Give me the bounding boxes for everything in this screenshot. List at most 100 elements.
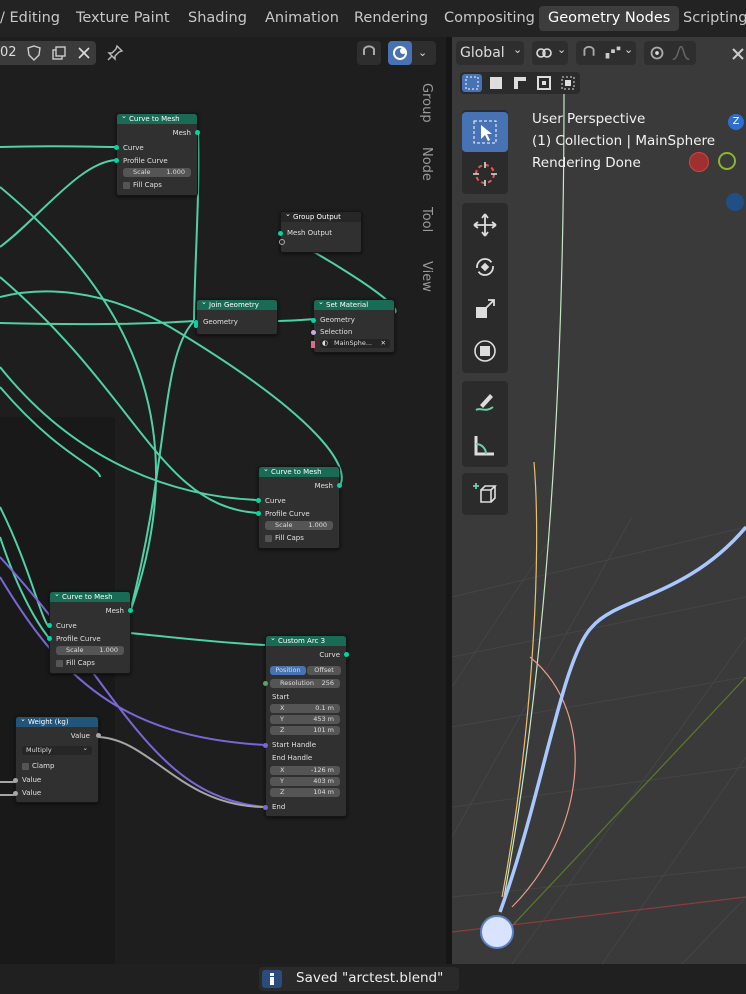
node-header[interactable]: Group Output — [281, 209, 361, 222]
input-socket[interactable] — [263, 805, 268, 810]
output-socket[interactable] — [128, 608, 133, 613]
gizmo-y-axis[interactable] — [718, 152, 736, 170]
fill-caps-checkbox[interactable] — [56, 660, 63, 667]
add-cube-tool[interactable] — [462, 474, 508, 514]
scale-field[interactable]: Scale 1.000 — [265, 521, 333, 530]
node-join-geometry[interactable]: Join Geometry Geometry — [194, 297, 278, 335]
output-socket[interactable] — [337, 483, 342, 488]
input-socket[interactable] — [114, 158, 119, 163]
node-header[interactable]: Set Material — [314, 297, 394, 310]
node-header[interactable]: Curve to Mesh — [117, 111, 197, 124]
mode-position-button[interactable]: Position — [270, 666, 306, 675]
output-socket[interactable] — [344, 652, 349, 657]
scale-tool[interactable] — [462, 289, 508, 329]
select-extend-icon[interactable] — [486, 74, 506, 92]
node-set-material[interactable]: Set Material Geometry Selection ◐ MainSp… — [311, 297, 395, 353]
start-x-field[interactable]: X 0.1 m — [270, 704, 340, 713]
node-header[interactable]: Curve to Mesh — [50, 589, 130, 602]
tab-scripting[interactable]: Scripting — [683, 6, 746, 31]
clear-icon[interactable]: ✕ — [381, 339, 386, 348]
material-field[interactable]: ◐ MainSphe... ✕ — [320, 339, 390, 348]
end-z-field[interactable]: Z 104 m — [270, 788, 340, 797]
sidebar-tab-node[interactable]: Node — [419, 147, 434, 181]
fill-caps-checkbox[interactable] — [265, 535, 272, 542]
multi-input-socket[interactable] — [194, 320, 198, 328]
input-socket[interactable] — [47, 636, 52, 641]
operation-dropdown[interactable]: Multiply ⌄ — [22, 744, 92, 755]
magnet-icon[interactable] — [578, 41, 600, 65]
node-editor[interactable]: 02 ⌄ Group Node Tool View Curve to Mesh … — [0, 37, 446, 964]
end-y-field[interactable]: Y 403 m — [270, 777, 340, 786]
clamp-checkbox[interactable] — [22, 763, 29, 770]
snap-increment-icon[interactable] — [602, 41, 624, 65]
falloff-curve-icon[interactable] — [670, 41, 692, 65]
output-socket[interactable] — [195, 130, 200, 135]
info-report[interactable]: Saved "arctest.blend" — [259, 967, 459, 991]
tab-uv-editing[interactable]: / Editing — [0, 6, 60, 31]
pin-icon[interactable] — [106, 44, 124, 62]
orientation-dropdown[interactable]: Global ⌄ — [456, 41, 524, 65]
snap-group[interactable]: ⌄ — [576, 41, 636, 65]
proportional-edit-group[interactable] — [644, 41, 696, 65]
input-socket[interactable] — [311, 318, 316, 323]
tab-texture-paint[interactable]: Texture Paint — [76, 6, 170, 31]
transform-tool[interactable] — [462, 331, 508, 371]
select-intersect-icon[interactable] — [558, 74, 578, 92]
datablock-name[interactable]: 02 — [0, 45, 17, 60]
node-curve-to-mesh-1[interactable]: Curve to Mesh Mesh Curve Profile Curve S… — [114, 111, 200, 196]
resolution-field[interactable]: Resolution 256 — [270, 679, 340, 688]
node-weight[interactable]: Weight (kg) Value Multiply ⌄ Clamp Value… — [13, 714, 101, 803]
node-custom-arc[interactable]: Custom Arc 3 Curve Position Offset Resol… — [263, 633, 349, 817]
gizmo-neg-z-axis[interactable] — [726, 193, 744, 211]
overlay-dropdown[interactable]: ⌄ — [388, 41, 436, 65]
input-socket[interactable] — [13, 778, 18, 783]
move-tool[interactable] — [462, 205, 508, 245]
annotate-tool[interactable] — [462, 383, 508, 423]
input-socket[interactable] — [256, 498, 261, 503]
input-socket[interactable] — [47, 623, 52, 628]
select-new-button[interactable] — [462, 74, 482, 92]
end-x-field[interactable]: X -126 m — [270, 766, 340, 775]
input-socket[interactable] — [13, 791, 18, 796]
cursor-tool[interactable] — [462, 154, 508, 194]
sidebar-tab-group[interactable]: Group — [419, 83, 434, 123]
output-socket[interactable] — [96, 733, 101, 738]
main-sphere-object[interactable] — [480, 915, 514, 949]
input-socket[interactable] — [263, 681, 268, 686]
close-icon[interactable] — [76, 45, 92, 61]
tab-compositing[interactable]: Compositing — [444, 6, 535, 31]
overlay-toggle[interactable] — [388, 41, 412, 65]
input-socket[interactable] — [263, 743, 268, 748]
select-box-tool[interactable] — [462, 112, 508, 152]
node-header[interactable]: Join Geometry — [197, 297, 277, 310]
node-curve-to-mesh-2[interactable]: Curve to Mesh Mesh Curve Profile Curve S… — [256, 464, 342, 549]
proportional-edit-icon[interactable] — [646, 41, 668, 65]
tab-shading[interactable]: Shading — [188, 6, 247, 31]
node-curve-to-mesh-3[interactable]: Curve to Mesh Mesh Curve Profile Curve S… — [47, 589, 133, 674]
scale-field[interactable]: Scale 1.000 — [56, 646, 124, 655]
scale-field[interactable]: Scale 1.000 — [123, 168, 191, 177]
tab-animation[interactable]: Animation — [265, 6, 339, 31]
fill-caps-checkbox[interactable] — [123, 182, 130, 189]
gizmo-z-axis[interactable]: Z — [728, 114, 744, 130]
input-socket[interactable] — [278, 231, 283, 236]
duplicate-icon[interactable] — [51, 45, 67, 61]
fake-user-shield-icon[interactable] — [26, 45, 42, 61]
node-header[interactable]: Custom Arc 3 — [266, 633, 346, 646]
start-z-field[interactable]: Z 101 m — [270, 726, 340, 735]
3d-viewport[interactable]: Global ⌄ ⌄ ⌄ User Perspective (1) Collec… — [452, 37, 746, 964]
input-socket[interactable] — [256, 511, 261, 516]
node-header[interactable]: Weight (kg) — [16, 714, 98, 727]
empty-socket[interactable] — [279, 239, 285, 245]
measure-tool[interactable] — [462, 425, 508, 465]
select-subtract-icon[interactable] — [510, 74, 530, 92]
material-socket[interactable] — [311, 341, 315, 348]
pivot-dropdown[interactable]: ⌄ — [532, 41, 568, 65]
gizmo-neg-x-axis[interactable] — [689, 152, 709, 172]
tab-rendering[interactable]: Rendering — [354, 6, 428, 31]
tab-geometry-nodes[interactable]: Geometry Nodes — [539, 6, 680, 31]
input-socket[interactable] — [311, 330, 316, 335]
snap-toggle[interactable] — [357, 41, 381, 65]
input-socket[interactable] — [114, 145, 119, 150]
rotate-tool[interactable] — [462, 247, 508, 287]
